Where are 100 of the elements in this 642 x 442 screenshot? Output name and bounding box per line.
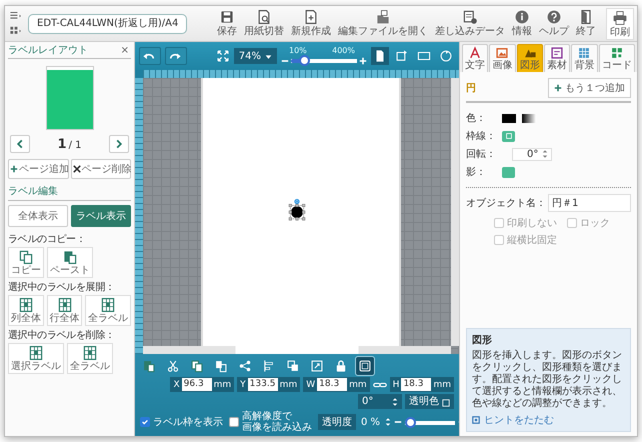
opacity-value: 0 % <box>360 416 382 428</box>
label-action-button[interactable]: 行全体 <box>46 295 82 326</box>
field-label: Y <box>240 380 246 390</box>
undo-button[interactable] <box>139 47 161 65</box>
label-action-button[interactable]: コピー <box>8 247 44 278</box>
toolbar-button[interactable]: 印刷 <box>606 8 634 40</box>
letter-a-icon <box>468 46 482 60</box>
toolbar-button[interactable]: 保存 <box>214 8 240 40</box>
expand-arrows-icon <box>216 49 230 63</box>
landscape-page-icon <box>417 49 431 63</box>
tab[interactable]: コード <box>598 44 635 72</box>
add-page-button[interactable]: ページ追加 <box>8 159 68 179</box>
toolbar-button[interactable]: 終了 <box>573 8 599 40</box>
label-action-button[interactable]: ペースト <box>47 247 93 278</box>
rotation-field[interactable]: 0° <box>358 394 402 409</box>
previous-page-button[interactable] <box>10 135 30 153</box>
fit-to-screen-button[interactable] <box>216 49 230 63</box>
checkbox[interactable] <box>494 218 504 228</box>
spinner-arrows-icon <box>542 149 548 159</box>
view-rotation-button[interactable] <box>371 47 389 65</box>
tab[interactable]: 素材 <box>544 44 570 72</box>
shadow-toggle-button[interactable] <box>502 166 515 178</box>
unit-label: mm <box>349 380 367 390</box>
empty-square-icon <box>442 398 450 406</box>
slider-thumb[interactable] <box>299 55 310 66</box>
zoom-max-label: 400% <box>332 46 355 55</box>
label-thumbnail[interactable] <box>46 67 92 129</box>
number-field[interactable]: 18.3 <box>401 378 432 391</box>
slider-thumb[interactable] <box>405 416 416 428</box>
color-swatch[interactable] <box>502 114 516 122</box>
rotation-field[interactable]: 0° <box>512 148 552 160</box>
layers-icon <box>286 359 300 373</box>
copy-icon <box>190 359 204 373</box>
property-label: オブジェクト名： <box>466 196 546 210</box>
unit-label: mm <box>280 380 298 390</box>
zoom-dropdown[interactable]: 74% <box>234 48 277 64</box>
plus-icon <box>359 56 367 64</box>
hint-title: 図形 <box>472 334 493 347</box>
label-action-button[interactable]: 全ラベル <box>67 343 113 374</box>
toolbar-button[interactable]: 情報 <box>509 8 535 40</box>
section-title: ラベル編集 <box>8 179 131 201</box>
rotated-page-icon <box>395 49 409 63</box>
checkbox[interactable] <box>494 235 504 245</box>
tab[interactable]: 図形 <box>516 44 543 72</box>
checkbox[interactable] <box>140 417 150 427</box>
collapse-hint-link[interactable]: ヒントをたたむ <box>472 413 554 427</box>
printer-icon <box>612 10 628 26</box>
border-style-button[interactable] <box>502 130 515 142</box>
nodes-icon <box>238 359 252 373</box>
duplicate-icon <box>214 359 228 373</box>
field-label: W <box>306 380 316 390</box>
toolbar-button[interactable]: 差し込みデータ <box>432 8 508 40</box>
number-field[interactable]: 96.3 <box>182 378 212 391</box>
lock-icon <box>334 359 348 373</box>
number-field[interactable]: 133.5 <box>248 378 278 391</box>
next-page-button[interactable] <box>109 135 129 153</box>
checkbox[interactable] <box>567 218 577 228</box>
new-document-icon <box>303 8 319 24</box>
delete-page-button[interactable]: ページ削除 <box>70 159 131 179</box>
transparent-color-button[interactable]: 透明色 <box>405 394 454 409</box>
checkbox-label: 縦横比固定 <box>507 234 557 247</box>
toolbar-button[interactable]: ヘルプ <box>536 8 572 40</box>
checkbox[interactable] <box>229 417 239 427</box>
object-name-field[interactable]: 円＃1 <box>548 194 631 212</box>
copy-icon <box>18 249 34 265</box>
property-label: 影： <box>466 166 487 179</box>
hint-text: 図形を挿入します。図形のボタンをクリックし、図形種類を選びます。配置された図形をクリックして選択すると情報欄が表示され、色や線などの調整ができます。 <box>472 350 623 410</box>
edit-tool-button[interactable] <box>356 357 374 375</box>
label-action-button[interactable]: 列全体 <box>8 295 44 326</box>
file-name-field[interactable]: EDT-CAL44LWN(折返し用)/A4 <box>28 14 188 34</box>
scrollbar[interactable] <box>451 78 459 346</box>
document-search-icon <box>256 8 272 24</box>
tab[interactable]: 文字 <box>462 44 488 72</box>
section-heading: 円 <box>466 82 476 95</box>
plus-icon <box>10 165 18 173</box>
view-toggle-button[interactable]: ラベル表示 <box>71 205 131 227</box>
add-another-button[interactable]: もう１つ追加 <box>548 78 631 98</box>
panel-title: ラベルレイアウト <box>8 44 88 57</box>
checkbox-label: ラベル枠を表示 <box>153 416 223 428</box>
gradient-swatch[interactable] <box>522 114 536 122</box>
view-toggle-button[interactable]: 全体表示 <box>8 205 68 227</box>
number-field[interactable]: 18.3 <box>317 378 348 391</box>
scrollbar[interactable] <box>143 346 451 354</box>
toolbar-button[interactable]: 用紙切替 <box>241 8 287 40</box>
checkbox-label: ロック <box>580 217 610 230</box>
property-label: 回転： <box>466 148 496 161</box>
folder-icon <box>375 8 391 24</box>
close-button[interactable]: × <box>118 44 131 56</box>
tab[interactable]: 背景 <box>571 44 598 72</box>
spinner-arrows-icon <box>385 417 392 427</box>
label-action-button[interactable]: 選択ラベル <box>8 343 64 374</box>
picture-icon <box>495 46 510 60</box>
data-sheet-icon <box>462 8 478 24</box>
toolbar-button[interactable]: 新規作成 <box>288 8 334 40</box>
toolbar-button[interactable]: 編集ファイルを開く <box>335 8 431 40</box>
tab[interactable]: 画像 <box>489 44 516 72</box>
redo-button[interactable] <box>165 47 187 65</box>
label-action-button[interactable]: 全ラベル <box>85 295 131 326</box>
grid-icon <box>82 345 98 361</box>
align-icon <box>262 359 276 373</box>
